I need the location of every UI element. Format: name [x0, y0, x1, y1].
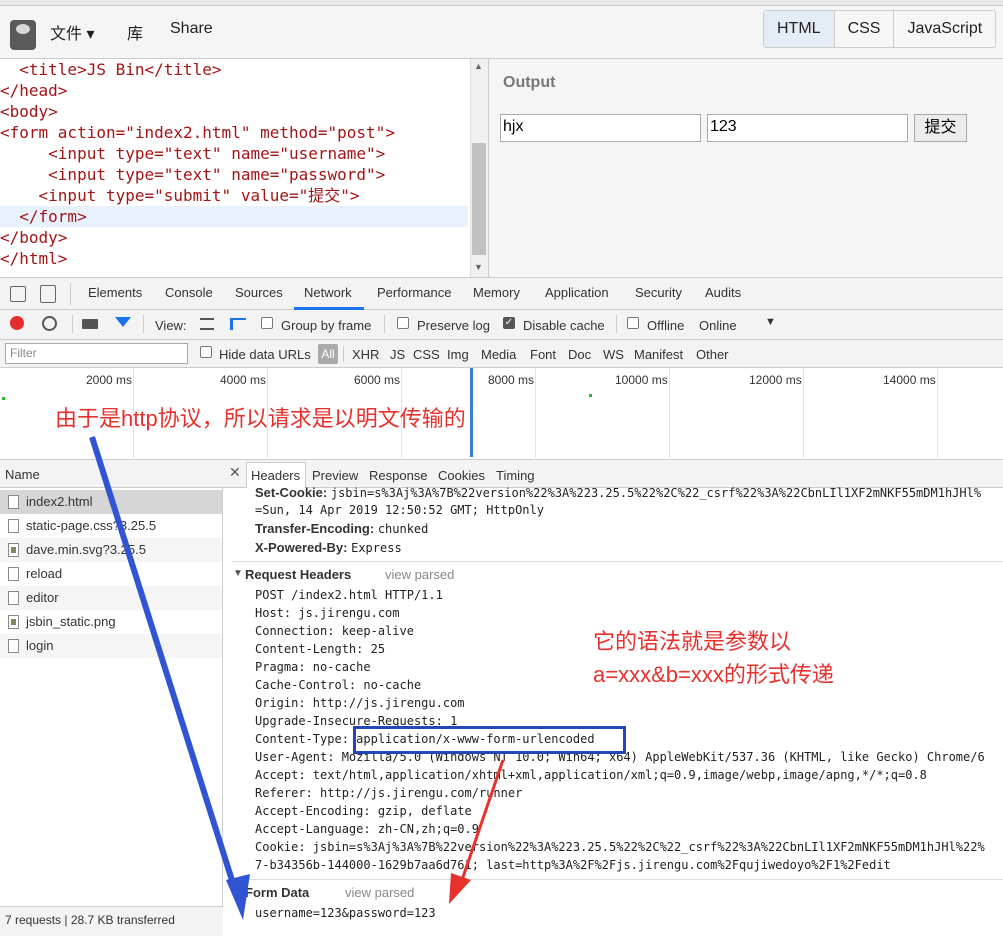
- red-arrow-shaft: [460, 759, 505, 881]
- blue-arrow-head: [226, 874, 250, 920]
- annotation-arrows: [89, 436, 505, 920]
- red-arrow-head: [449, 873, 471, 904]
- blue-arrow-shaft: [89, 436, 239, 894]
